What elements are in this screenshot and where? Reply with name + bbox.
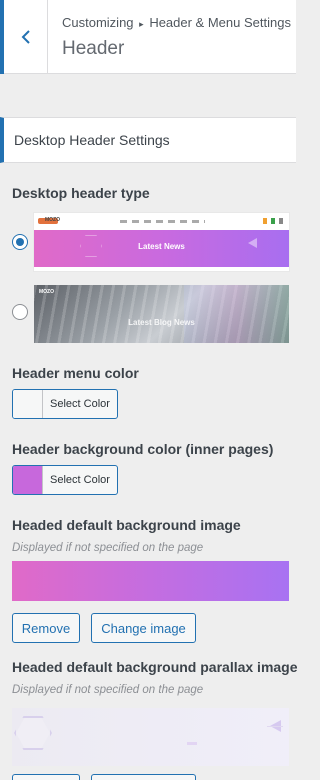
- preview-light: [184, 285, 289, 343]
- back-button[interactable]: [0, 0, 48, 74]
- preview-icons: [263, 218, 283, 224]
- chevron-left-icon: [21, 30, 30, 44]
- bg-image-description: Displayed if not specified on the page: [12, 542, 204, 554]
- change-image-button[interactable]: Change image: [91, 613, 196, 643]
- bg-image-preview: [12, 561, 289, 601]
- parallax-image-preview: [12, 708, 289, 766]
- customizer-header: Customizing ▸ Header & Menu Settings Hea…: [0, 0, 296, 74]
- section-title-label: Desktop Header Settings: [14, 132, 170, 148]
- panel-title: Header: [62, 38, 125, 59]
- header-type-label: Desktop header type: [12, 185, 150, 201]
- header-type-preview-2[interactable]: MOZO Latest Blog News: [34, 285, 289, 343]
- color-swatch: [13, 466, 43, 494]
- bg-image-label: Headed default background image: [12, 517, 241, 533]
- menu-color-label: Header menu color: [12, 365, 139, 381]
- breadcrumb-separator: ▸: [139, 19, 144, 29]
- select-color-label: Select Color: [50, 474, 110, 486]
- select-color-label: Select Color: [50, 398, 110, 410]
- menu-color-button[interactable]: Select Color: [12, 389, 118, 419]
- preview-nav: [120, 220, 205, 223]
- breadcrumb-root: Customizing: [62, 15, 134, 30]
- dash-shape: [187, 742, 197, 745]
- bg-color-button[interactable]: Select Color: [12, 465, 118, 495]
- bg-color-label: Header background color (inner pages): [12, 441, 274, 457]
- preview-title: Latest Blog News: [128, 318, 195, 327]
- color-swatch: [13, 390, 43, 418]
- parallax-label: Headed default background parallax image: [12, 659, 298, 675]
- parallax-remove-button[interactable]: [12, 774, 80, 780]
- preview-banner: Latest News: [34, 230, 289, 267]
- line-shape: [267, 726, 283, 727]
- header-type-radio-1[interactable]: [12, 234, 28, 250]
- breadcrumb: Customizing ▸ Header & Menu Settings: [62, 15, 291, 30]
- preview-logo: MOZO: [45, 217, 60, 223]
- breadcrumb-leaf: Header & Menu Settings: [149, 15, 291, 30]
- parallax-change-button[interactable]: [91, 774, 196, 780]
- preview-logo: MOZO: [39, 289, 54, 295]
- preview-topbar: MOZO: [34, 213, 289, 230]
- remove-image-button[interactable]: Remove: [12, 613, 80, 643]
- parallax-description: Displayed if not specified on the page: [12, 684, 204, 696]
- header-type-preview-1[interactable]: MOZO Latest News: [34, 213, 289, 271]
- section-title-desktop-header: Desktop Header Settings: [0, 117, 296, 163]
- preview-title: Latest News: [138, 242, 185, 251]
- header-type-radio-2[interactable]: [12, 304, 28, 320]
